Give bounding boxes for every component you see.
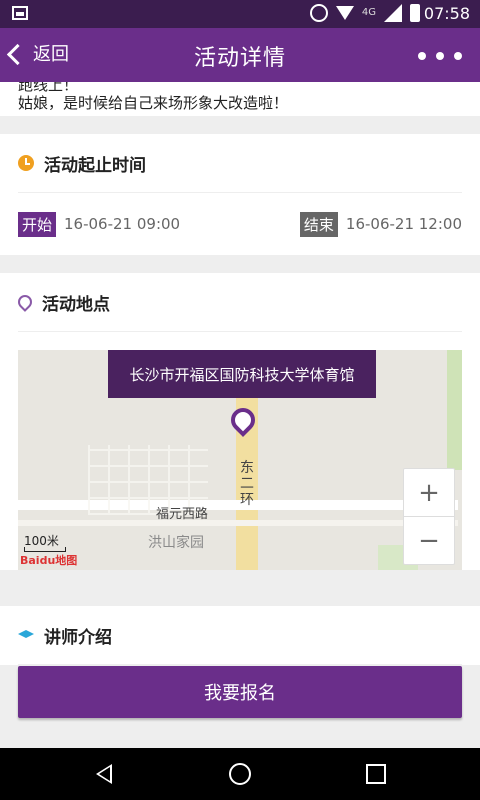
network-type: 4G xyxy=(361,7,376,18)
nav-home-icon[interactable] xyxy=(229,763,251,785)
time-section-title: 活动起止时间 xyxy=(44,155,146,176)
zoom-out-button[interactable]: − xyxy=(404,517,454,564)
place-label: 洪山家园 xyxy=(148,535,204,551)
time-row: 开始 16-06-21 09:00 结束 16-06-21 12:00 xyxy=(18,193,462,255)
nav-back-icon[interactable] xyxy=(96,764,112,784)
image-icon xyxy=(12,6,28,20)
nav-recent-icon[interactable] xyxy=(366,764,386,784)
status-bar: 4G 07:58 xyxy=(0,0,480,28)
battery-icon xyxy=(410,4,420,22)
location-section: 活动地点 长沙市开福区国防科技大学体育馆 东二环 福元西路 洪山家园 100米 … xyxy=(0,273,480,570)
divider xyxy=(0,255,480,273)
intro-line-2: 姑娘，是时候给自己来场形象大改造啦！ xyxy=(18,94,289,112)
address-callout: 长沙市开福区国防科技大学体育馆 xyxy=(108,350,376,398)
more-menu-button[interactable] xyxy=(418,52,462,60)
lecturer-section: 讲师介绍 xyxy=(0,606,480,665)
zoom-controls: + − xyxy=(403,468,455,565)
divider xyxy=(0,588,480,606)
clock-icon xyxy=(18,155,34,171)
end-time: 结束 16-06-21 12:00 xyxy=(299,211,462,237)
end-time-value: 16-06-21 12:00 xyxy=(345,215,462,233)
location-section-title: 活动地点 xyxy=(42,294,110,315)
location-pin-icon xyxy=(15,292,35,312)
status-icons: 4G xyxy=(309,4,420,22)
app-bar: 返回 活动详情 xyxy=(0,28,480,82)
time-section: 活动起止时间 开始 16-06-21 09:00 结束 16-06-21 12:… xyxy=(0,134,480,255)
system-nav-bar xyxy=(0,748,480,800)
lecturer-section-title: 讲师介绍 xyxy=(44,627,112,648)
map-park xyxy=(447,350,462,470)
signup-button[interactable]: 我要报名 xyxy=(18,666,462,718)
page-title: 活动详情 xyxy=(193,46,286,71)
intro-line-1: 跑线上！ xyxy=(18,82,79,94)
alarm-icon xyxy=(309,4,328,22)
content-scroll[interactable]: 跑线上！ 姑娘，是时候给自己来场形象大改造啦！ 活动起止时间 开始 16-06-… xyxy=(0,82,480,748)
start-badge: 开始 xyxy=(18,211,57,237)
road-label: 东二环 xyxy=(240,460,254,508)
activity-intro: 跑线上！ 姑娘，是时候给自己来场形象大改造啦！ xyxy=(0,82,480,116)
map-provider-logo: Baidu地图 xyxy=(20,554,78,567)
lecturer-section-header: 讲师介绍 xyxy=(18,606,462,665)
start-time: 开始 16-06-21 09:00 xyxy=(18,211,181,237)
map-road xyxy=(18,520,458,526)
more-dot-icon xyxy=(436,52,444,60)
map-view[interactable]: 长沙市开福区国防科技大学体育馆 东二环 福元西路 洪山家园 100米 Baidu… xyxy=(18,350,462,570)
signal-icon xyxy=(384,4,402,22)
end-badge: 结束 xyxy=(299,211,338,237)
more-dot-icon xyxy=(418,52,426,60)
zoom-in-button[interactable]: + xyxy=(404,469,454,517)
status-time: 07:58 xyxy=(423,4,470,23)
wifi-icon xyxy=(335,6,354,20)
more-dot-icon xyxy=(454,52,462,60)
road-label: 福元西路 xyxy=(156,507,209,522)
time-section-header: 活动起止时间 xyxy=(18,134,462,193)
graduation-cap-icon xyxy=(18,630,34,638)
divider xyxy=(0,116,480,134)
start-time-value: 16-06-21 09:00 xyxy=(64,215,181,233)
location-section-header: 活动地点 xyxy=(15,273,462,332)
